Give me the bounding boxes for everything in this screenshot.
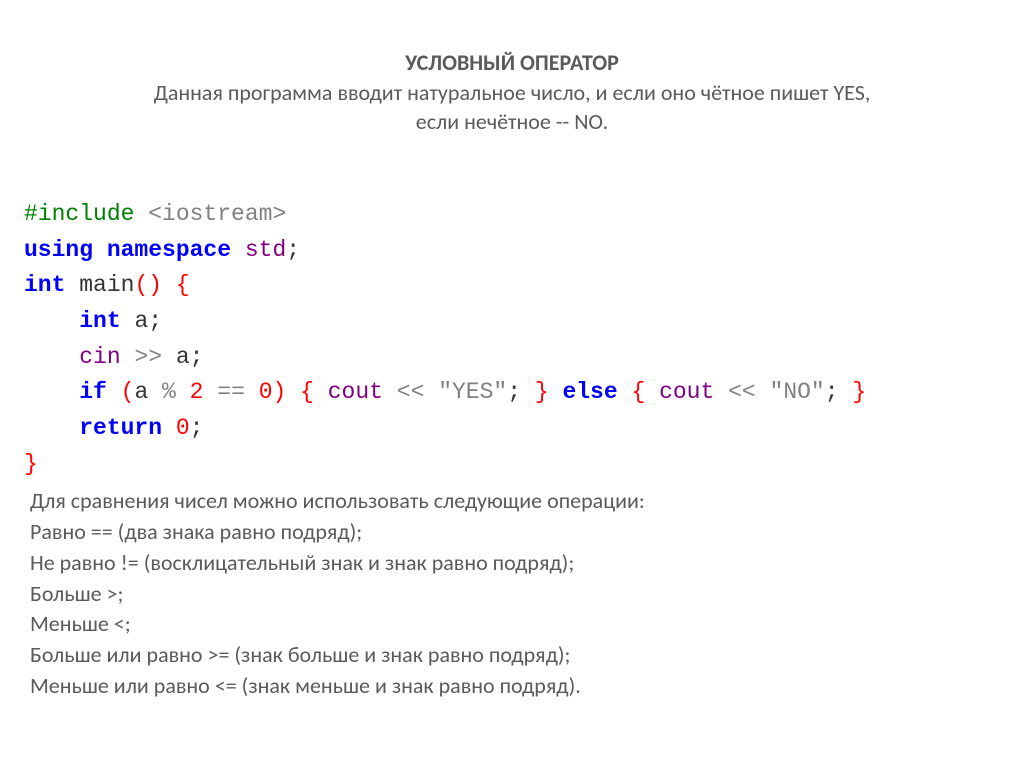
code-semicolon: ;: [507, 379, 521, 405]
explain-neq: Не равно != (восклицательный знак и знак…: [30, 548, 1024, 579]
code-else-keyword: else: [549, 379, 618, 405]
code-string-yes: "YES": [424, 379, 507, 405]
slide-subtitle-line2: если нечётное -- NO.: [0, 107, 1024, 137]
code-std: std: [231, 237, 286, 263]
code-semicolon: ;: [190, 415, 204, 441]
code-include-directive: #include: [24, 201, 134, 227]
code-cin: cin: [79, 344, 120, 370]
code-semicolon: ;: [190, 344, 204, 370]
code-mod-op: %: [148, 379, 189, 405]
code-int-keyword: int: [79, 308, 120, 334]
code-brace-open: {: [286, 379, 327, 405]
code-literal-0: 0: [259, 379, 273, 405]
code-var-a: a: [121, 308, 149, 334]
code-block: #include <iostream> using namespace std;…: [0, 137, 1024, 482]
code-indent: [24, 344, 79, 370]
code-stream-op: <<: [714, 379, 755, 405]
explain-intro: Для сравнения чисел можно использовать с…: [30, 486, 1024, 517]
code-return-keyword: return: [79, 415, 162, 441]
code-literal-2: 2: [190, 379, 204, 405]
code-brace-open: {: [618, 379, 659, 405]
code-brace-close: }: [839, 379, 867, 405]
code-brace-close: }: [521, 379, 549, 405]
code-paren-close: ): [273, 379, 287, 405]
code-close-brace: }: [24, 451, 38, 477]
code-semicolon: ;: [825, 379, 839, 405]
code-cout: cout: [328, 379, 383, 405]
code-stream-op: <<: [383, 379, 424, 405]
code-eq-op: ==: [203, 379, 258, 405]
slide-subtitle-line1: Данная программа вводит натуральное числ…: [0, 78, 1024, 108]
explain-eq: Равно == (два знака равно подряд);: [30, 517, 1024, 548]
code-paren-open: (: [107, 379, 135, 405]
code-var-a: a: [162, 344, 190, 370]
code-if-keyword: if: [79, 379, 107, 405]
code-literal-0: 0: [162, 415, 190, 441]
code-semicolon: ;: [148, 308, 162, 334]
code-cout: cout: [659, 379, 714, 405]
code-indent: [24, 379, 79, 405]
code-using-keyword: using: [24, 237, 93, 263]
explain-le: Меньше или равно <= (знак меньше и знак …: [30, 671, 1024, 702]
code-stream-op: >>: [121, 344, 162, 370]
explain-gt: Больше >;: [30, 579, 1024, 610]
code-main-name: main: [65, 272, 134, 298]
explanation-block: Для сравнения чисел можно использовать с…: [0, 482, 1024, 702]
code-include-header: <iostream>: [134, 201, 286, 227]
code-string-no: "NO": [756, 379, 825, 405]
code-main-parens: (): [134, 272, 162, 298]
slide-header: УСЛОВНЫЙ ОПЕРАТОР Данная программа вводи…: [0, 0, 1024, 137]
code-semicolon: ;: [286, 237, 300, 263]
code-open-brace: {: [162, 272, 190, 298]
explain-ge: Больше или равно >= (знак больше и знак …: [30, 640, 1024, 671]
explain-lt: Меньше <;: [30, 609, 1024, 640]
code-namespace-keyword: namespace: [93, 237, 231, 263]
slide-title: УСЛОВНЫЙ ОПЕРАТОР: [0, 48, 1024, 78]
code-var-a: a: [134, 379, 148, 405]
code-indent: [24, 308, 79, 334]
code-indent: [24, 415, 79, 441]
code-int-keyword: int: [24, 272, 65, 298]
